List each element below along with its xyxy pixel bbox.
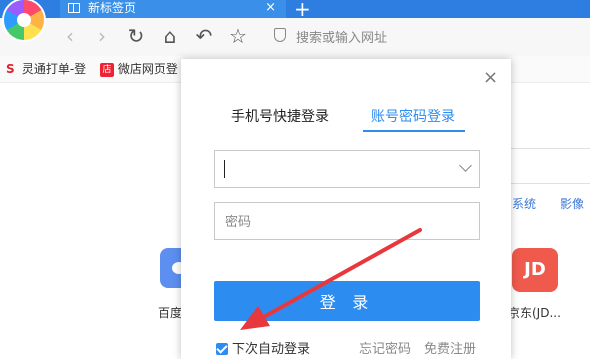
chevron-down-icon[interactable] [459,159,472,172]
forgot-password-link[interactable]: 忘记密码 [359,338,411,357]
star-icon[interactable]: ☆ [226,24,250,48]
register-link[interactable]: 免费注册 [424,338,476,357]
page-search-box[interactable] [510,148,590,184]
account-field[interactable] [214,150,480,188]
bookmark-label: 微店网页登 [117,62,178,76]
auto-login-label: 下次自动登录 [232,342,311,357]
login-dialog: × 手机号快捷登录 账号密码登录 登 录 下次自动登录 忘记密码 免费注册 [181,59,511,359]
shield-icon [274,28,286,42]
undo-icon[interactable]: ↶ [192,24,216,48]
login-button[interactable]: 登 录 [214,281,480,321]
lingtong-icon: S [6,62,15,76]
account-input[interactable] [221,160,445,177]
tab-close-icon[interactable]: × [265,0,276,16]
tile-label[interactable]: 百度 [158,304,182,321]
grid-icon [68,3,80,13]
active-tab-indicator [363,130,465,132]
bookmark-label: 灵通打单-登 [21,62,87,76]
address-bar[interactable]: 搜索或输入网址 [268,24,588,48]
tab-account-login[interactable]: 账号密码登录 [371,106,455,126]
close-icon[interactable]: × [483,69,498,87]
checkbox-checked-icon[interactable] [216,343,228,355]
browser-logo-icon[interactable] [4,0,44,40]
browser-toolbar: ‹ › ↻ ⌂ ↶ ☆ 搜索或输入网址 [0,18,590,56]
forward-icon[interactable]: › [90,24,114,48]
password-field[interactable] [214,202,480,240]
bookmark-item[interactable]: S 灵通打单-登 [6,60,86,77]
tab-phone-login[interactable]: 手机号快捷登录 [231,106,329,126]
password-input[interactable] [223,213,467,230]
back-icon[interactable]: ‹ [58,24,82,48]
refresh-icon[interactable]: ↻ [124,24,148,48]
tab-new-tab[interactable]: 新标签页 × [60,0,286,18]
bookmark-item[interactable]: 店 微店网页登 [100,60,178,77]
tile-label[interactable]: 京东(JD... [508,304,561,321]
address-placeholder: 搜索或输入网址 [296,31,388,46]
weidian-icon: 店 [100,62,114,77]
page-link[interactable]: 系统 [512,195,536,212]
tab-title: 新标签页 [88,1,137,15]
text-cursor [224,160,225,178]
home-icon[interactable]: ⌂ [158,24,182,48]
jd-icon[interactable]: JD [512,248,558,292]
tab-strip: 新标签页 × + [0,0,590,21]
auto-login-checkbox[interactable]: 下次自动登录 [216,338,310,357]
page-link[interactable]: 影像 [560,195,584,212]
